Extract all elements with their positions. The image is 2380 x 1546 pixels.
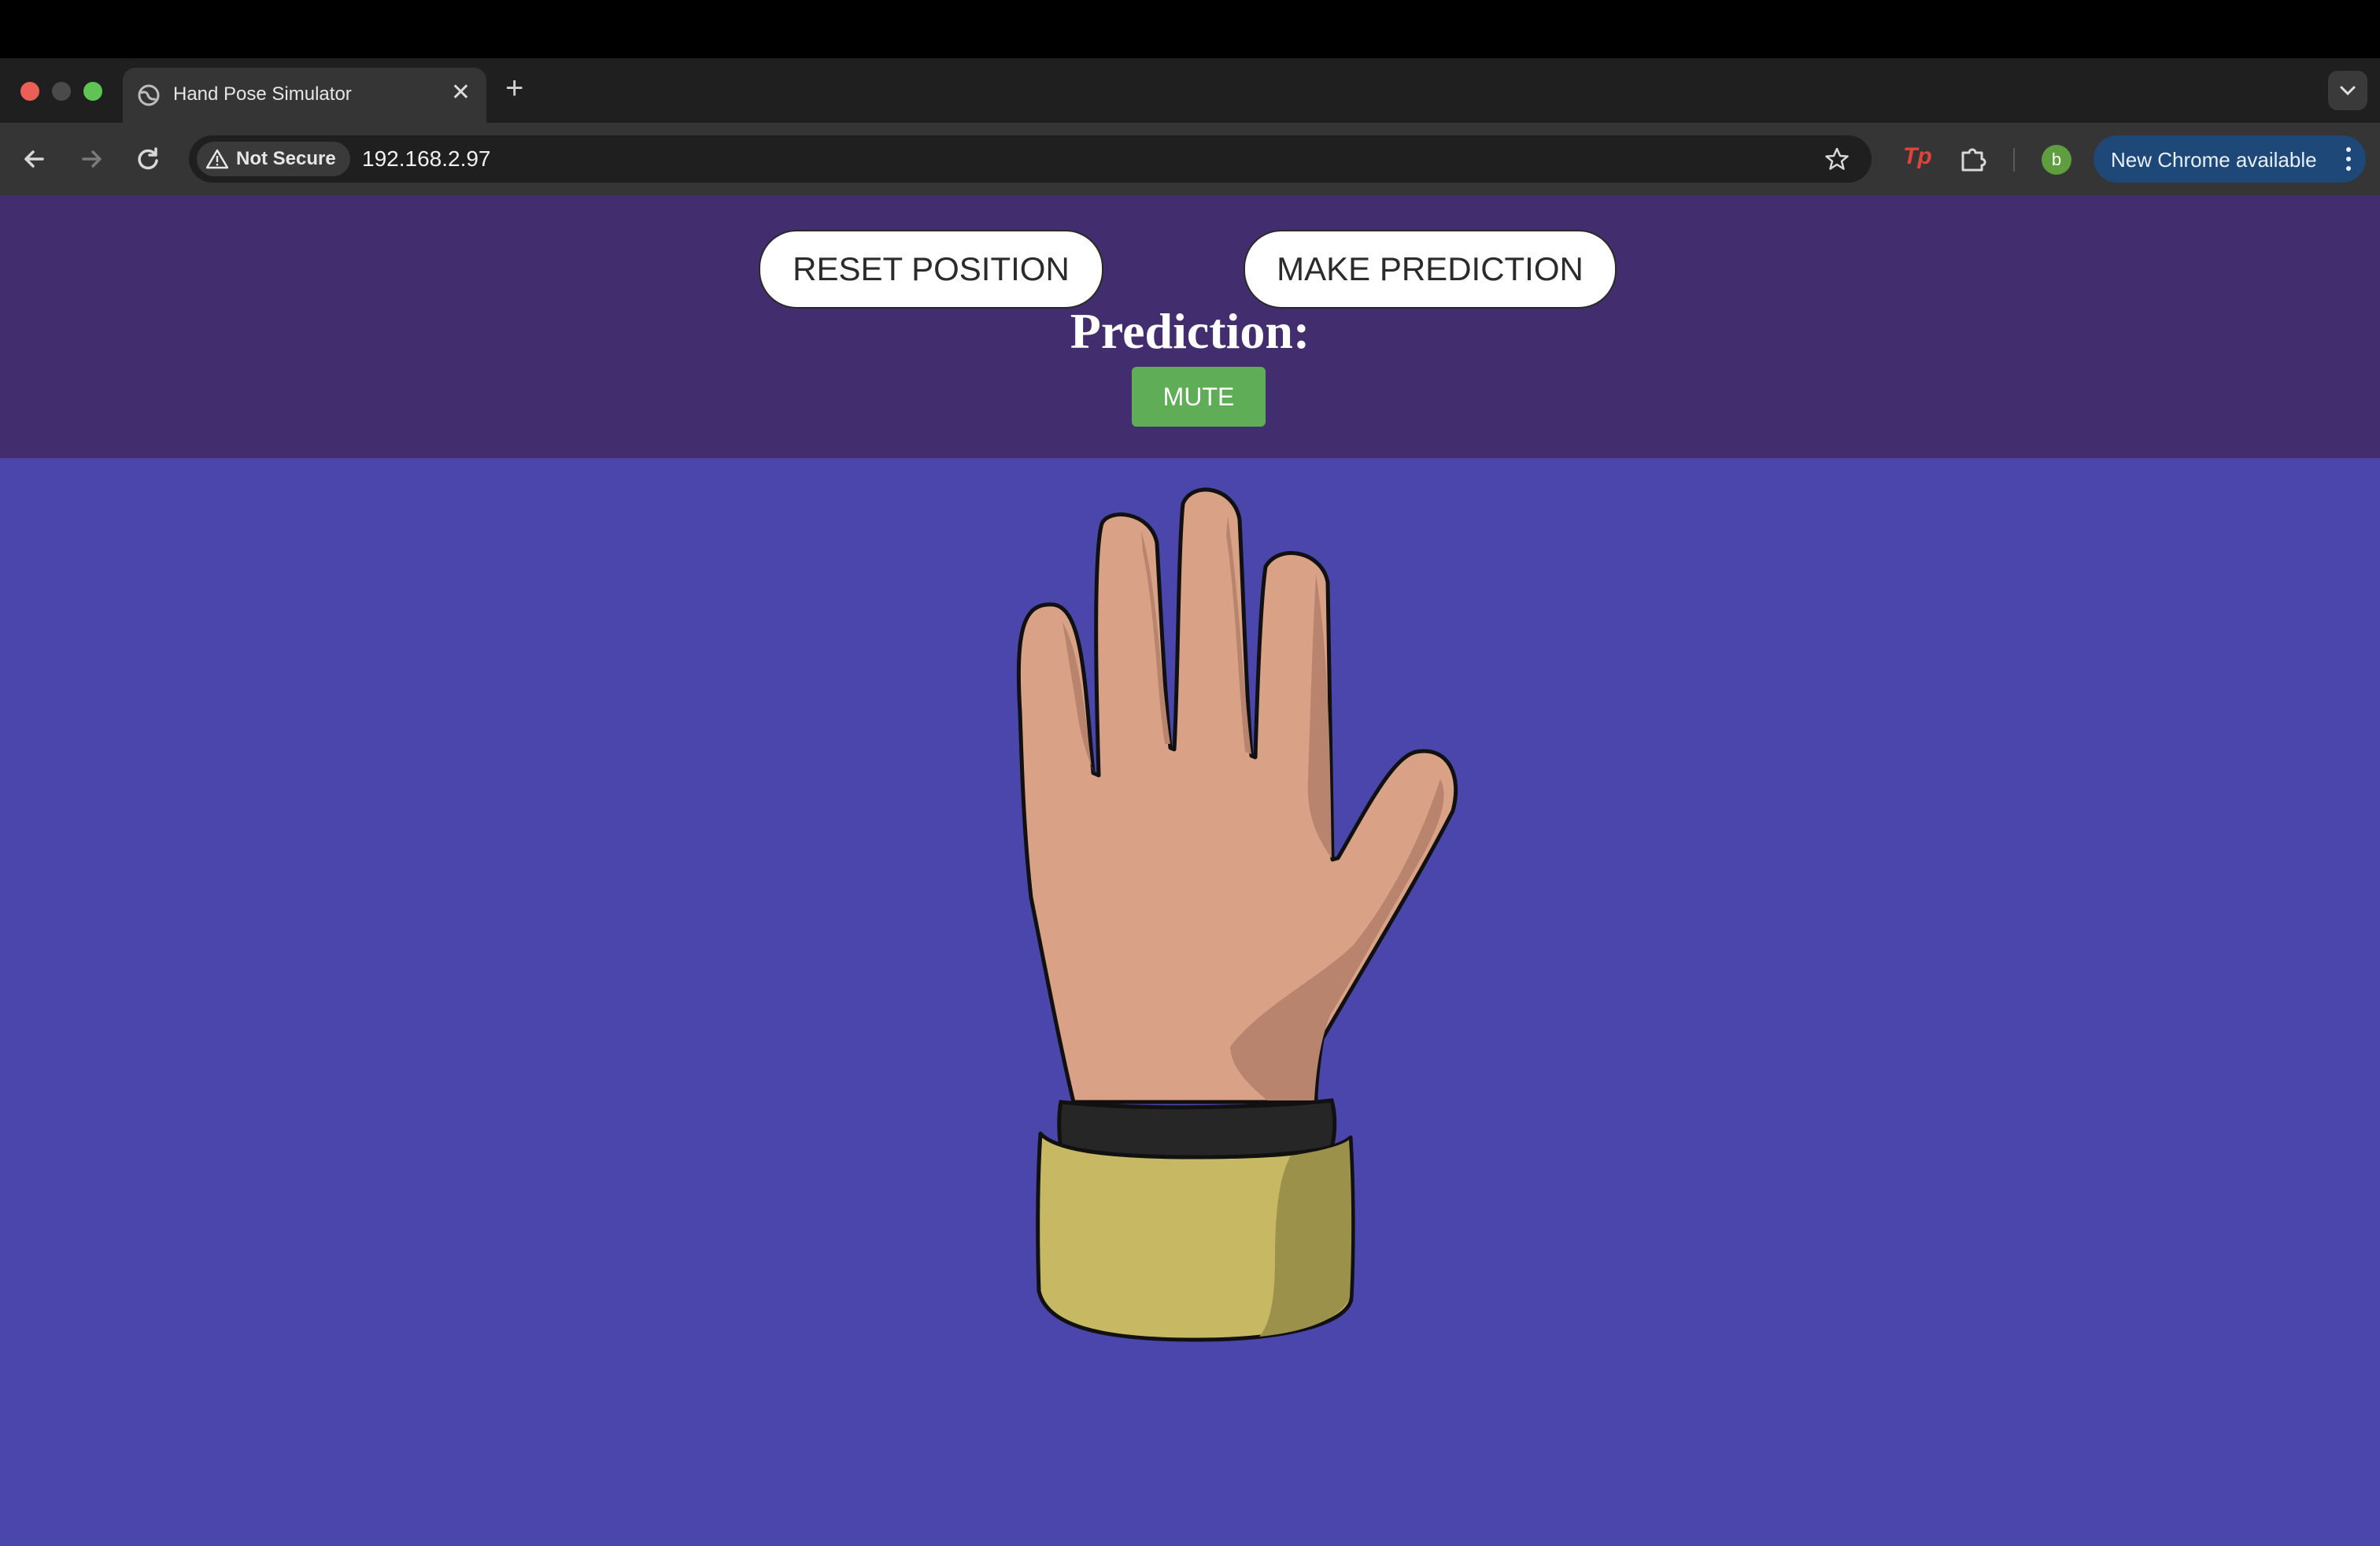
close-window-button[interactable] xyxy=(20,82,39,101)
maximize-window-button[interactable] xyxy=(83,82,102,101)
star-icon[interactable] xyxy=(1824,146,1850,172)
wristband xyxy=(1057,1098,1337,1160)
puzzle-icon[interactable] xyxy=(1958,143,1988,173)
system-top-bar xyxy=(0,0,2380,58)
chevron-down-icon xyxy=(2340,86,2356,96)
mute-button[interactable]: MUTE xyxy=(1132,367,1266,427)
url-text[interactable]: 192.168.2.97 xyxy=(362,146,491,172)
tab-hand-pose-simulator[interactable]: Hand Pose Simulator ✕ xyxy=(123,68,486,123)
security-indicator[interactable]: Not Secure xyxy=(197,142,350,176)
minimize-window-button[interactable] xyxy=(52,82,71,101)
hand-model[interactable] xyxy=(1000,472,1472,1354)
warning-icon xyxy=(206,149,228,169)
profile-avatar[interactable]: b xyxy=(2042,145,2071,175)
security-label: Not Secure xyxy=(236,148,336,169)
prediction-heading: Prediction: xyxy=(1070,303,1310,359)
update-label: New Chrome available xyxy=(2111,148,2317,172)
toolbar-divider xyxy=(2013,148,2015,172)
address-bar[interactable]: Not Secure 192.168.2.97 xyxy=(189,135,1872,183)
close-icon[interactable]: ✕ xyxy=(451,79,471,106)
globe-icon xyxy=(138,84,160,106)
back-icon[interactable] xyxy=(19,143,50,175)
reset-position-button[interactable]: RESET POSITION xyxy=(759,230,1103,309)
reload-icon[interactable] xyxy=(132,143,164,175)
forward-icon[interactable] xyxy=(76,143,107,175)
make-prediction-button[interactable]: MAKE PREDICTION xyxy=(1244,230,1617,309)
new-chrome-available-button[interactable]: New Chrome available xyxy=(2094,135,2366,183)
hand-palm xyxy=(1016,487,1458,1104)
plus-icon[interactable]: + xyxy=(505,71,523,106)
kebab-icon[interactable] xyxy=(2344,145,2353,173)
tp-extension-icon[interactable]: Tp xyxy=(1903,143,1932,170)
tab-search-button[interactable] xyxy=(2328,71,2367,110)
tab-title: Hand Pose Simulator xyxy=(173,83,352,105)
